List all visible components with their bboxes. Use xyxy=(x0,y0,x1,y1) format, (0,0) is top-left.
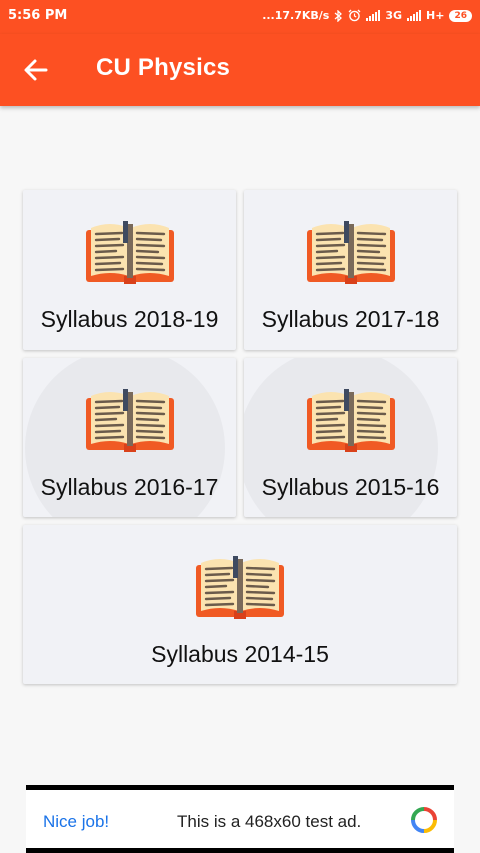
open-book-icon xyxy=(85,388,174,454)
signal-icon-2 xyxy=(407,10,422,21)
network-type: 3G xyxy=(385,9,403,22)
syllabus-card-2014-15[interactable]: Syllabus 2014-15 xyxy=(23,525,457,684)
open-book-icon xyxy=(306,388,395,454)
card-label: Syllabus 2016-17 xyxy=(40,474,219,500)
page-title: CU Physics xyxy=(96,54,231,81)
syllabus-card-2015-16[interactable]: Syllabus 2015-16 xyxy=(244,358,457,517)
alarm-icon xyxy=(348,9,361,22)
status-bar: 5:56 PM ...17.7KB/s 3G H+ 26 xyxy=(0,0,480,34)
network-speed: ...17.7KB/s xyxy=(262,9,330,22)
open-book-icon xyxy=(196,555,284,621)
signal-icon xyxy=(366,10,381,21)
status-time: 5:56 PM xyxy=(8,8,68,23)
ad-text: This is a 468x60 test ad. xyxy=(177,812,362,831)
open-book-icon xyxy=(306,220,395,286)
card-label: Syllabus 2018-19 xyxy=(40,306,219,332)
app-bar: CU Physics xyxy=(0,34,480,106)
open-book-icon xyxy=(85,220,174,286)
syllabus-card-2018-19[interactable]: Syllabus 2018-19 xyxy=(23,190,236,350)
network-type-2: H+ xyxy=(426,9,445,22)
card-label: Syllabus 2017-18 xyxy=(261,306,440,332)
bluetooth-icon xyxy=(334,9,343,22)
syllabus-card-2017-18[interactable]: Syllabus 2017-18 xyxy=(244,190,457,350)
syllabus-card-2016-17[interactable]: Syllabus 2016-17 xyxy=(23,358,236,517)
card-label: Syllabus 2014-15 xyxy=(151,641,329,667)
ad-nice-text: Nice job! xyxy=(43,812,110,831)
ad-banner[interactable]: Nice job! This is a 468x60 test ad. xyxy=(26,785,454,853)
battery-icon: 26 xyxy=(449,9,472,22)
card-label: Syllabus 2015-16 xyxy=(261,474,440,500)
arrow-left-icon[interactable] xyxy=(18,52,54,88)
status-icons: ...17.7KB/s 3G H+ 26 xyxy=(262,9,472,22)
ad-logo-icon xyxy=(411,807,437,833)
